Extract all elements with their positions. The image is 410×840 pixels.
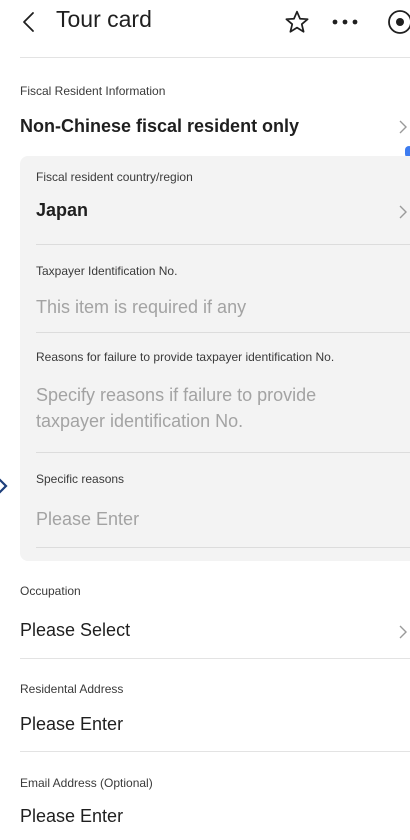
more-horizontal-icon[interactable] bbox=[329, 10, 361, 34]
email-input[interactable]: Please Enter bbox=[20, 806, 123, 827]
card-divider bbox=[36, 452, 410, 453]
email-label: Email Address (Optional) bbox=[20, 776, 153, 790]
chevron-left-icon[interactable] bbox=[18, 10, 42, 34]
reason-input[interactable]: Specify reasons if failure to provide ta… bbox=[36, 382, 356, 434]
specific-reasons-input[interactable]: Please Enter bbox=[36, 506, 336, 532]
country-select[interactable]: Japan bbox=[36, 194, 410, 230]
star-outline-icon[interactable] bbox=[284, 9, 310, 35]
specific-reasons-label: Specific reasons bbox=[36, 472, 125, 486]
page-title: Tour card bbox=[56, 6, 152, 32]
field-divider bbox=[20, 658, 410, 659]
tin-input[interactable]: This item is required if any bbox=[36, 294, 406, 320]
target-circle-icon[interactable] bbox=[386, 8, 410, 36]
chevron-right-icon bbox=[399, 625, 407, 639]
tin-label: Taxpayer Identification No. bbox=[36, 264, 178, 278]
country-label: Fiscal resident country/region bbox=[36, 170, 193, 184]
chevron-right-icon bbox=[399, 120, 407, 134]
field-divider bbox=[20, 751, 410, 752]
fiscal-resident-value: Non-Chinese fiscal resident only bbox=[20, 116, 300, 136]
fiscal-section-label: Fiscal Resident Information bbox=[20, 84, 166, 98]
country-value: Japan bbox=[36, 200, 89, 220]
card-divider bbox=[36, 332, 410, 333]
address-label: Residental Address bbox=[20, 682, 124, 696]
card-divider bbox=[36, 244, 410, 245]
address-input[interactable]: Please Enter bbox=[20, 714, 123, 735]
edge-arrow-icon bbox=[0, 478, 8, 494]
occupation-select[interactable]: Please Select bbox=[20, 614, 410, 648]
chevron-right-icon bbox=[399, 205, 407, 219]
card-divider bbox=[36, 547, 410, 548]
header-divider bbox=[20, 57, 410, 58]
fiscal-resident-select[interactable]: Non-Chinese fiscal resident only bbox=[20, 110, 410, 146]
reason-label: Reasons for failure to provide taxpayer … bbox=[36, 350, 335, 364]
occupation-label: Occupation bbox=[20, 584, 81, 598]
top-bar: Tour card bbox=[0, 0, 410, 60]
occupation-value: Please Select bbox=[20, 620, 131, 640]
